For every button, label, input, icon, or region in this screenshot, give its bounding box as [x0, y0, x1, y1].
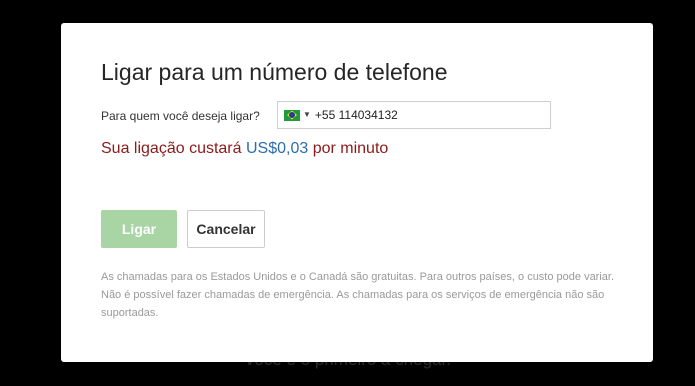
call-cost-text: Sua ligação custará US$0,03 por minuto: [101, 140, 388, 158]
brazil-flag-icon[interactable]: [284, 109, 300, 121]
call-phone-dialog: Ligar para um número de telefone Para qu…: [61, 23, 653, 362]
cost-prefix: Sua ligação custará: [101, 140, 242, 157]
cost-suffix: por minuto: [312, 140, 389, 157]
phone-number-field[interactable]: ▼: [277, 101, 551, 129]
cost-price: US$0,03: [245, 140, 309, 157]
phone-number-input[interactable]: [314, 108, 535, 122]
chevron-down-icon[interactable]: ▼: [303, 111, 311, 119]
dialog-title: Ligar para um número de telefone: [101, 59, 448, 85]
emergency-disclaimer: As chamadas para os Estados Unidos e o C…: [101, 271, 615, 319]
call-button[interactable]: Ligar: [101, 210, 177, 248]
recipient-question-label: Para quem você deseja ligar?: [101, 109, 260, 123]
cancel-button[interactable]: Cancelar: [187, 210, 265, 248]
